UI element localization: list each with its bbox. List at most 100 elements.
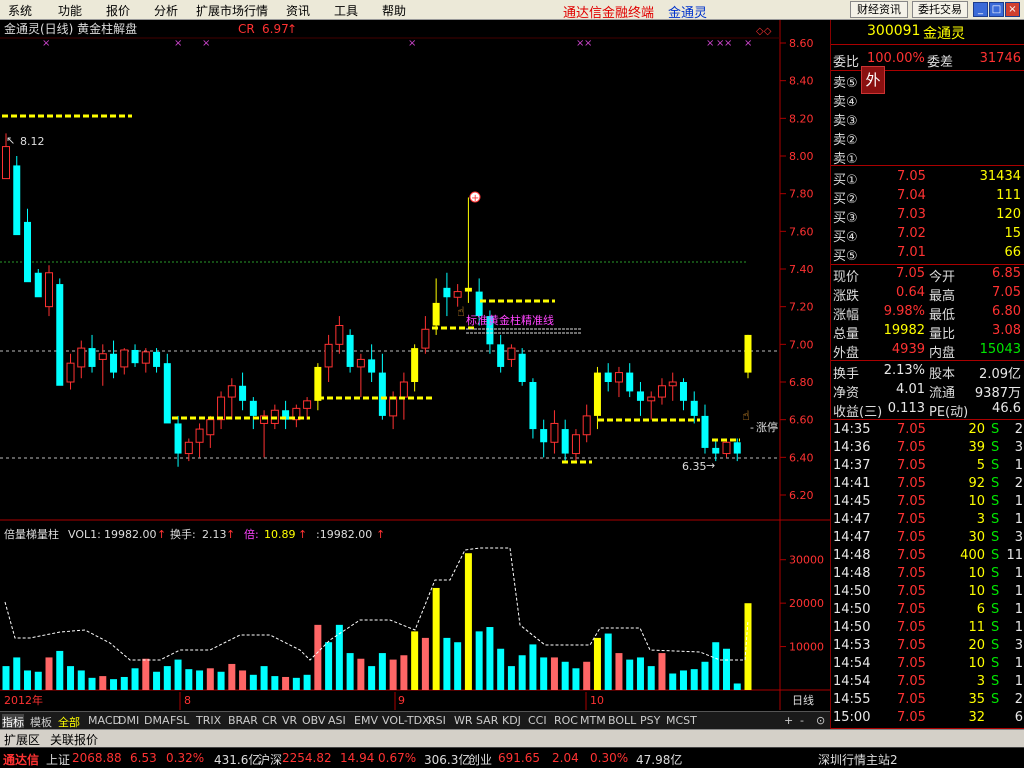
indicator-tab-全部[interactable]: 全部 (58, 714, 80, 729)
indicator-tab-rsi[interactable]: RSI (428, 714, 446, 728)
volume-bar (239, 670, 247, 690)
kline-chart[interactable]: 8.60 8.40 8.20 8.00 7.80 7.60 7.40 7.20 7.00 6.80… (0, 20, 830, 710)
sh-label[interactable]: 上证 (46, 751, 70, 768)
volume-bar (88, 677, 96, 690)
volume-bar (142, 658, 150, 690)
tick-row: 14:48 7.05 10 S 1 (833, 566, 1023, 581)
indicator-tab-brar[interactable]: BRAR (228, 714, 258, 728)
volume-bar (701, 661, 709, 690)
cr-value: 6.97 (262, 22, 289, 36)
buy-row: 买③ 7.03 120 (833, 207, 1021, 226)
price-tick: 6.60 (789, 414, 814, 427)
times-label: 倍: (244, 527, 259, 541)
golden-hand-icon: ☝ (457, 305, 465, 320)
zoom-out-icon[interactable]: - (800, 714, 804, 728)
finance-news-button[interactable]: 财经资讯 (850, 1, 908, 18)
server-name[interactable]: 深圳行情主站2 (818, 751, 898, 768)
menu-function[interactable]: 功能 (58, 2, 82, 19)
hs-label[interactable]: 沪深 (258, 751, 282, 768)
volume-bar (56, 650, 64, 690)
cy-label[interactable]: 创业 (468, 751, 492, 768)
candle (13, 156, 21, 236)
svg-text:+: + (471, 193, 479, 204)
settings-icon[interactable]: ⊙ (816, 714, 825, 728)
price-tick: 8.60 (789, 37, 814, 50)
trade-button[interactable]: 委托交易 (912, 1, 968, 18)
menu-quote[interactable]: 报价 (106, 2, 130, 19)
candle (56, 278, 64, 386)
volume-bar (722, 648, 730, 690)
indicator-tab-fsl[interactable]: FSL (170, 714, 189, 728)
status-bar: 通达信 上证 2068.88 6.53 0.32% 431.6亿 沪深 2254… (0, 747, 1024, 768)
sh-change: 6.53 (130, 751, 157, 765)
indicator-tab-roc[interactable]: ROC (554, 714, 578, 728)
stat-row: 现价 7.05 今开 6.85 (833, 266, 1021, 285)
maximize-icon[interactable]: □ (989, 2, 1004, 17)
volume-bar (744, 603, 752, 690)
svg-text:×: × (724, 38, 732, 49)
price-tick: 7.60 (789, 225, 814, 238)
zoom-in-icon[interactable]: + (784, 714, 793, 728)
menu-extended-market[interactable]: 扩展市场行情 (196, 2, 268, 19)
menu-system[interactable]: 系统 (8, 2, 32, 19)
tick-row: 14:54 7.05 3 S 1 (833, 674, 1023, 689)
indicator-tab-dma[interactable]: DMA (144, 714, 170, 728)
menu-help[interactable]: 帮助 (382, 2, 406, 19)
close-icon[interactable]: × (1005, 2, 1020, 17)
period-label[interactable]: 日线 (792, 693, 814, 707)
extension-area-tab[interactable]: 扩展区 (4, 731, 40, 748)
indicator-tab-trix[interactable]: TRIX (196, 714, 221, 728)
outer-market-badge[interactable]: 外 (861, 66, 885, 94)
sell-row: 卖④ (833, 95, 858, 110)
indicator-tab-macd[interactable]: MACD (88, 714, 121, 728)
volume-bar (486, 627, 494, 690)
indicator-tab-vr[interactable]: VR (282, 714, 297, 728)
x-label-aug: 8 (184, 694, 191, 707)
cy-change: 2.04 (552, 751, 579, 765)
volume-bar (314, 624, 322, 690)
volume-bar (292, 677, 300, 690)
indicator-tab-obv[interactable]: OBV (302, 714, 325, 728)
volume-bar (389, 659, 397, 690)
tick-row: 14:45 7.05 10 S 1 (833, 494, 1023, 509)
indicator-tab-mcst[interactable]: MCST (666, 714, 697, 728)
indicator-tab-asi[interactable]: ASI (328, 714, 346, 728)
x-label-year: 2012年 (4, 693, 43, 707)
volume-bar (636, 657, 644, 690)
volume-bar (518, 655, 526, 690)
menu-tools[interactable]: 工具 (334, 2, 358, 19)
minimize-icon[interactable]: _ (973, 2, 988, 17)
tick-row: 14:54 7.05 10 S 1 (833, 656, 1023, 671)
tick-row: 14:41 7.05 92 S 2 (833, 476, 1023, 491)
indicator-tab-dmi[interactable]: DMI (118, 714, 139, 728)
low-price-arrow: → (706, 459, 715, 472)
volume-bar (24, 670, 32, 690)
volume-bar (67, 666, 75, 690)
indicator-tab-sar[interactable]: SAR (476, 714, 498, 728)
related-quote-tab[interactable]: 关联报价 (50, 731, 98, 748)
indicator-tab-指标[interactable]: 指标 (2, 714, 24, 729)
sh-amount: 431.6亿 (214, 753, 261, 767)
chart-area[interactable]: 8.60 8.40 8.20 8.00 7.80 7.60 7.40 7.20 7.00 6.80… (0, 20, 830, 710)
volume-bar (153, 671, 161, 690)
indicator-tab-boll[interactable]: BOLL (608, 714, 636, 728)
stat-row: 总量 19982 量比 3.08 (833, 323, 1021, 342)
indicator-tab-kdj[interactable]: KDJ (502, 714, 521, 728)
stock-header: 300091 金通灵 (831, 22, 1024, 42)
candle (744, 334, 752, 379)
indicator-tab-wr[interactable]: WR (454, 714, 473, 728)
menu-info[interactable]: 资讯 (286, 2, 310, 19)
indicator-tab-vol-tdx[interactable]: VOL-TDX (382, 714, 430, 728)
vol1-value: 19982.00 (104, 528, 157, 541)
indicator-tab-mtm[interactable]: MTM (580, 714, 606, 728)
indicator-tab-emv[interactable]: EMV (354, 714, 378, 728)
cr-label: CR (238, 22, 255, 36)
indicator-tab-cr[interactable]: CR (262, 714, 277, 728)
menu-analysis[interactable]: 分析 (154, 2, 178, 19)
indicator-tab-psy[interactable]: PSY (640, 714, 660, 728)
indicator-tab-cci[interactable]: CCI (528, 714, 547, 728)
volume-bar (497, 648, 505, 690)
volume-bar (432, 587, 440, 690)
buy-row: 买② 7.04 111 (833, 188, 1021, 207)
indicator-tab-模板[interactable]: 模板 (30, 714, 52, 729)
